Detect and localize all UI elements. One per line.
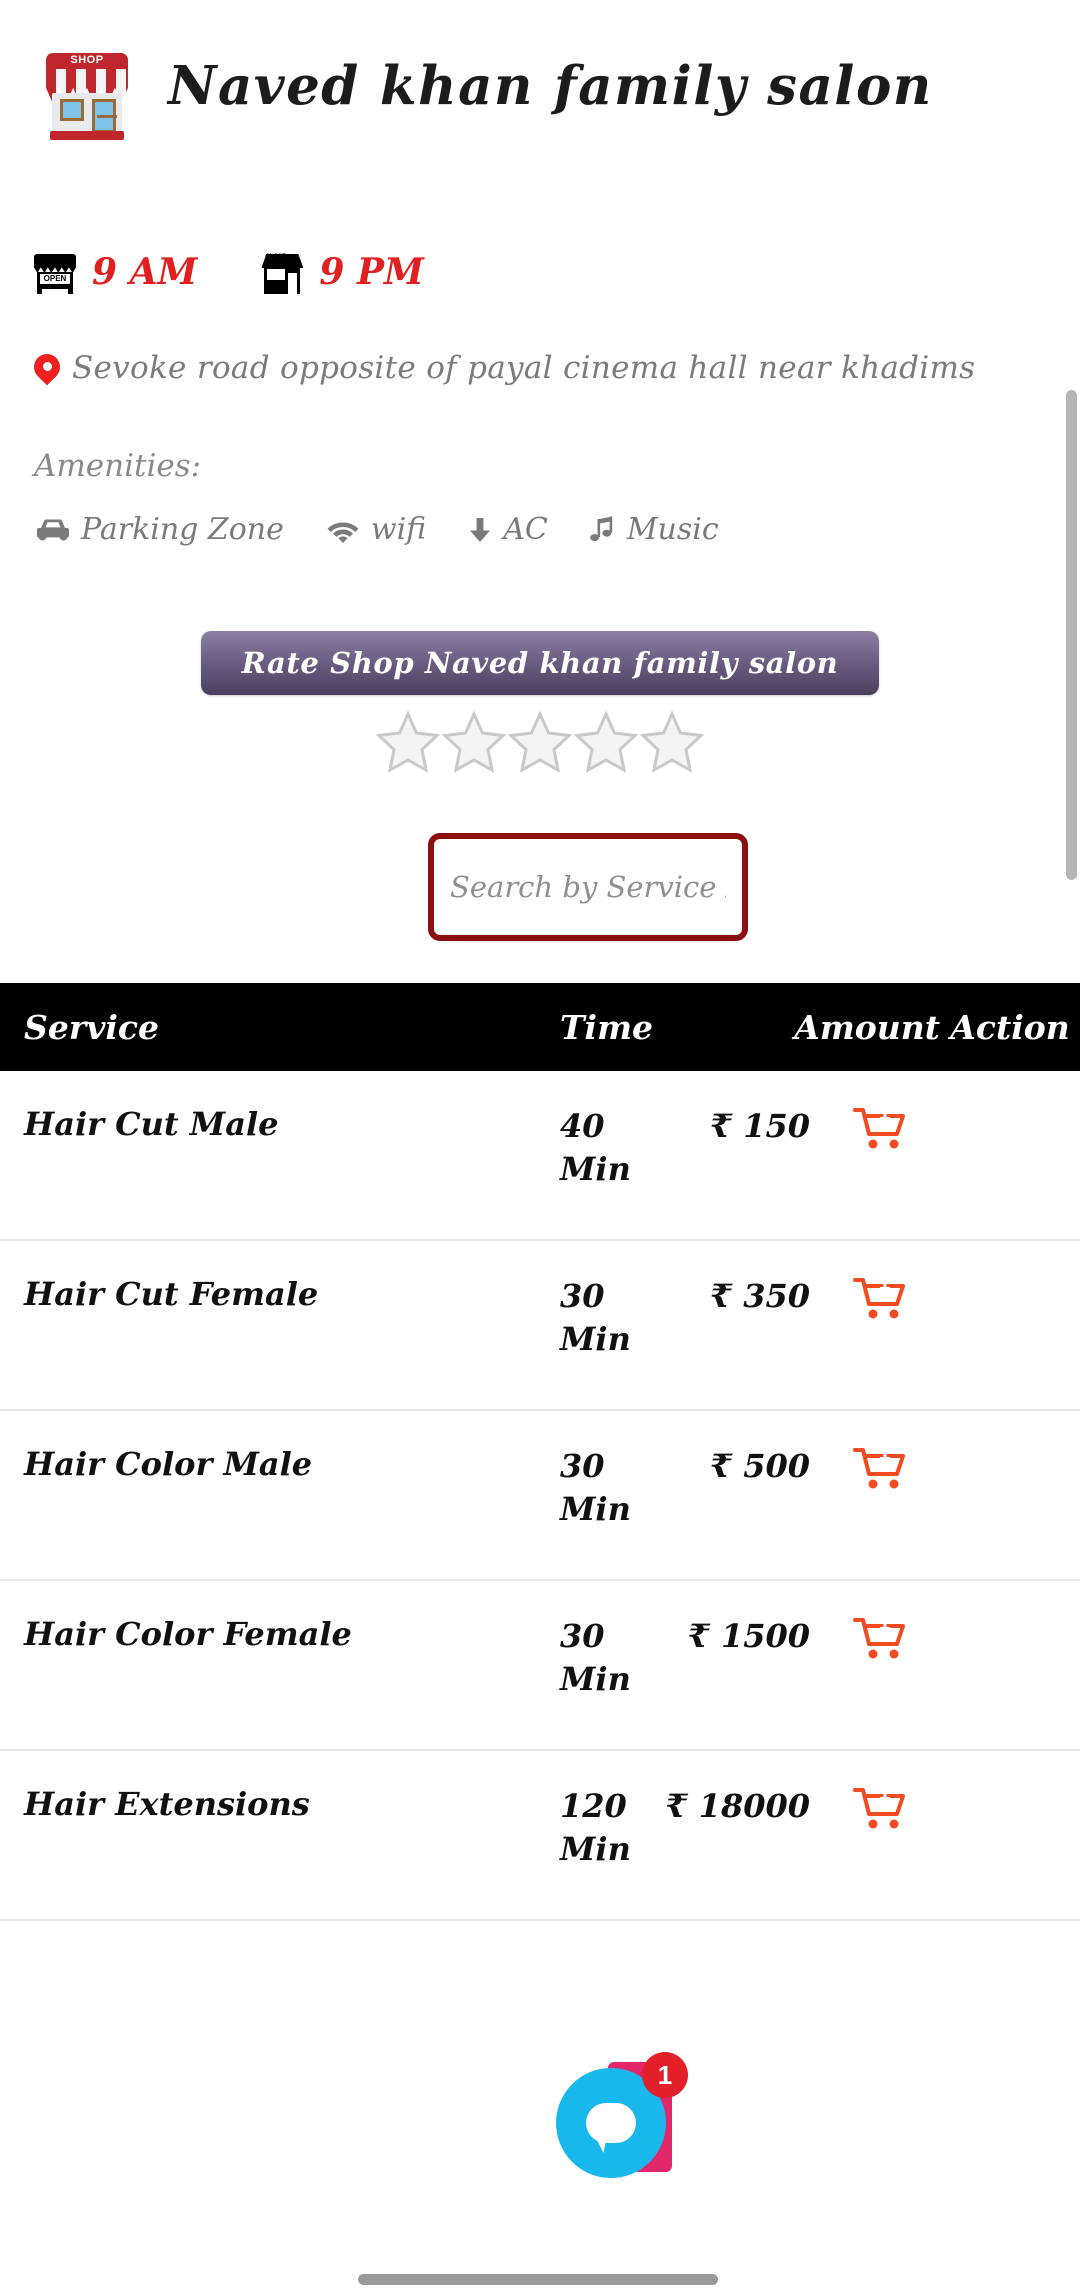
amenity-label: Parking Zone xyxy=(81,512,284,547)
column-header-amount: Amount xyxy=(794,1007,940,1047)
service-action xyxy=(810,1785,950,1831)
service-time: 30 Min xyxy=(560,1617,631,1699)
shop-open-icon: OPEN xyxy=(34,250,76,294)
rating-star-1[interactable] xyxy=(374,709,442,775)
add-to-cart-icon[interactable] xyxy=(853,1275,907,1321)
close-label: CLOSE xyxy=(265,254,287,260)
opening-time-text: 9 AM xyxy=(92,251,198,293)
rate-shop-button[interactable]: Rate Shop Naved khan family salon xyxy=(201,631,879,695)
shop-address: Sevoke road opposite of payal cinema hal… xyxy=(0,350,1080,390)
amenities-heading: Amenities: xyxy=(34,448,202,484)
amenity-parking-zone: Parking Zone xyxy=(34,512,284,547)
rating-star-5[interactable] xyxy=(638,709,706,775)
service-name: Hair Color Female xyxy=(24,1615,352,1653)
service-time: 30 Min xyxy=(560,1277,631,1359)
wifi-icon xyxy=(324,515,362,545)
car-icon xyxy=(34,515,72,545)
service-amount: ₹ 350 xyxy=(709,1277,810,1315)
search-area xyxy=(0,775,1080,975)
search-input[interactable] xyxy=(428,833,748,941)
opening-time: OPEN 9 AM xyxy=(34,250,197,294)
column-header-action: Action xyxy=(950,1007,1070,1047)
service-name: Hair Extensions xyxy=(24,1785,310,1823)
add-to-cart-icon[interactable] xyxy=(853,1615,907,1661)
closing-time: CLOSE 9 PM xyxy=(261,250,424,294)
service-action xyxy=(810,1445,950,1491)
amenity-label: wifi xyxy=(370,512,427,547)
service-action xyxy=(810,1275,950,1321)
page-title: Naved khan family salon xyxy=(168,55,933,117)
table-row: Hair Extensions 120 Min ₹ 18000 xyxy=(0,1751,1080,1921)
add-to-cart-icon[interactable] xyxy=(853,1785,907,1831)
arrow-down-icon xyxy=(466,515,494,545)
shop-header: SHOP Naved khan family salon xyxy=(0,0,1080,150)
service-time: 30 Min xyxy=(560,1447,631,1529)
amenity-label: AC xyxy=(503,512,548,547)
shop-close-icon: CLOSE xyxy=(261,250,304,294)
service-amount: ₹ 500 xyxy=(709,1447,810,1485)
service-amount: ₹ 150 xyxy=(709,1107,810,1145)
shop-sign-label: SHOP xyxy=(70,54,104,66)
service-amount: ₹ 18000 xyxy=(665,1787,810,1825)
table-row: Hair Color Female 30 Min ₹ 1500 xyxy=(0,1581,1080,1751)
add-to-cart-icon[interactable] xyxy=(853,1105,907,1151)
table-row: Hair Color Male 30 Min ₹ 500 xyxy=(0,1411,1080,1581)
amenity-ac: AC xyxy=(466,512,548,547)
rating-star-4[interactable] xyxy=(572,709,640,775)
chat-unread-badge: 1 xyxy=(642,2052,688,2098)
service-name: Hair Cut Male xyxy=(24,1105,279,1143)
service-time: 40 Min xyxy=(560,1107,631,1189)
shop-detail-page: SHOP Naved khan family salon OPEN 9 AM C… xyxy=(0,0,1080,2291)
service-amount: ₹ 1500 xyxy=(687,1617,810,1655)
star-rating[interactable] xyxy=(0,709,1080,775)
amenity-wifi: wifi xyxy=(324,512,426,547)
music-note-icon xyxy=(588,515,618,545)
rating-star-3[interactable] xyxy=(506,709,574,775)
service-action xyxy=(810,1615,950,1661)
table-header-row: Service Time Amount Action xyxy=(0,983,1080,1071)
shop-address-text: Sevoke road opposite of payal cinema hal… xyxy=(72,350,976,386)
chat-widget[interactable]: 1 xyxy=(556,2052,688,2182)
vertical-scrollbar[interactable] xyxy=(1066,390,1077,880)
service-time: 120 Min xyxy=(560,1787,631,1869)
amenity-label: Music xyxy=(626,512,719,547)
amenity-music: Music xyxy=(588,512,719,547)
shop-hours: OPEN 9 AM CLOSE 9 PM xyxy=(0,242,1080,302)
table-row: Hair Cut Male 40 Min ₹ 150 xyxy=(0,1071,1080,1241)
shop-storefront-icon: SHOP xyxy=(42,43,132,140)
horizontal-scrollbar[interactable] xyxy=(358,2274,718,2285)
rating-star-2[interactable] xyxy=(440,709,508,775)
table-row: Hair Cut Female 30 Min ₹ 350 xyxy=(0,1241,1080,1411)
column-header-service: Service xyxy=(24,1007,160,1047)
services-table: Service Time Amount Action Hair Cut Male… xyxy=(0,983,1080,1921)
service-name: Hair Cut Female xyxy=(24,1275,319,1313)
service-action xyxy=(810,1105,950,1151)
open-label: OPEN xyxy=(40,274,70,284)
amenities-list: Parking Zone wifi AC Music xyxy=(0,512,1080,547)
add-to-cart-icon[interactable] xyxy=(853,1445,907,1491)
column-header-time: Time xyxy=(560,1007,654,1047)
service-name: Hair Color Male xyxy=(24,1445,313,1483)
closing-time-text: 9 PM xyxy=(319,251,424,293)
location-pin-icon xyxy=(34,354,60,390)
